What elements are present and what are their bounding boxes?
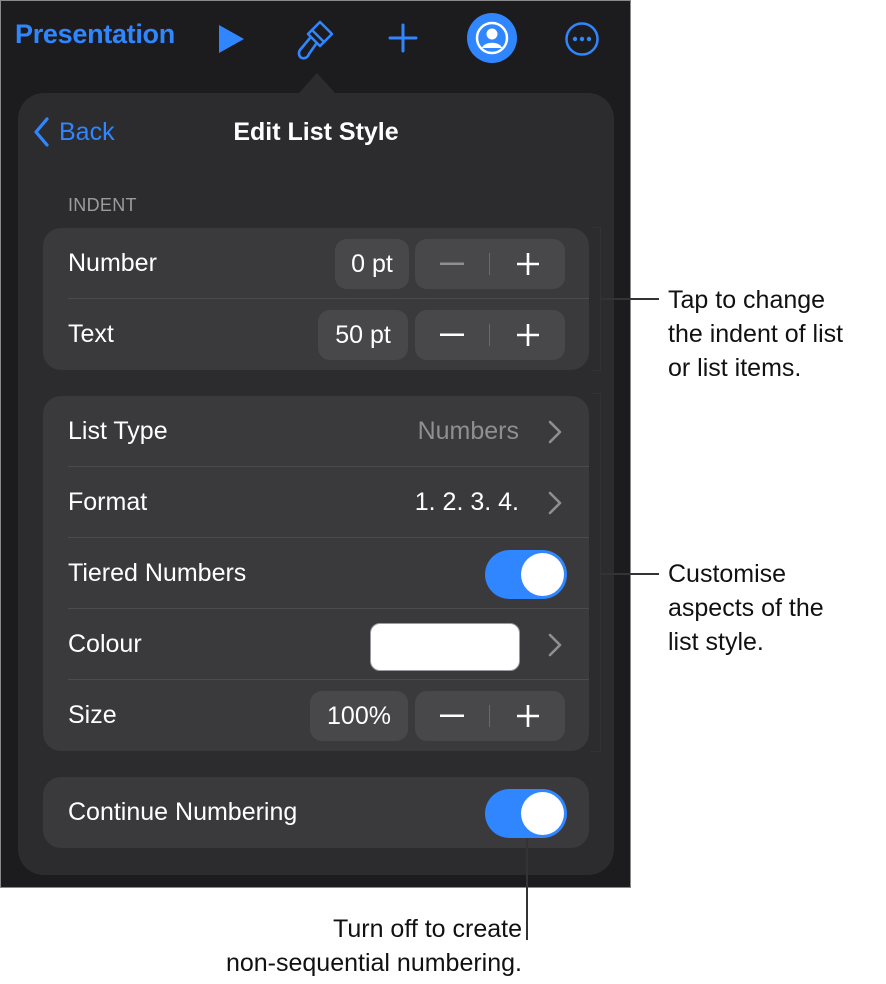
- tiered-numbers-label: Tiered Numbers: [68, 559, 247, 587]
- size-stepper: [415, 691, 565, 741]
- collaborate-icon[interactable]: [466, 12, 518, 64]
- plus-icon: [517, 253, 539, 275]
- continue-numbering-group: Continue Numbering: [43, 777, 589, 848]
- number-indent-decrease-button[interactable]: [415, 239, 489, 289]
- size-row: Size 100%: [43, 680, 589, 751]
- list-type-label: List Type: [68, 417, 168, 445]
- number-indent-increase-button[interactable]: [491, 239, 565, 289]
- callout-line: or list items.: [668, 354, 802, 382]
- indent-leader-line: [601, 298, 659, 300]
- number-indent-row: Number 0 pt: [43, 228, 589, 299]
- size-label: Size: [68, 701, 117, 729]
- tiered-numbers-toggle[interactable]: [485, 550, 567, 599]
- plus-icon: [517, 705, 539, 727]
- text-indent-increase-button[interactable]: [491, 310, 565, 360]
- list-settings-group: List Type Numbers Format 1. 2. 3. 4. Tie…: [43, 396, 589, 751]
- ipad-screen: Presentation Back Edit List Style INDENT: [0, 0, 631, 888]
- callout-line: Turn off to create: [333, 915, 522, 943]
- text-indent-label: Text: [68, 320, 114, 348]
- format-label: Format: [68, 488, 148, 516]
- tiered-numbers-row: Tiered Numbers: [43, 538, 589, 609]
- number-indent-label: Number: [68, 249, 157, 277]
- indent-section-label: INDENT: [68, 195, 137, 215]
- minus-icon: [440, 714, 464, 717]
- minus-icon: [440, 333, 464, 336]
- toggle-knob: [521, 553, 564, 596]
- number-indent-value[interactable]: 0 pt: [335, 239, 409, 289]
- format-row[interactable]: Format 1. 2. 3. 4.: [43, 467, 589, 538]
- continue-numbering-row: Continue Numbering: [43, 777, 589, 848]
- callout-line: non-sequential numbering.: [225, 949, 522, 977]
- format-value: 1. 2. 3. 4.: [414, 488, 519, 516]
- colour-swatch[interactable]: [370, 623, 520, 671]
- size-increase-button[interactable]: [491, 691, 565, 741]
- continue-leader-line: [526, 838, 528, 940]
- list-type-value: Numbers: [417, 417, 519, 445]
- minus-icon: [440, 262, 464, 265]
- customise-bracket: [591, 393, 601, 752]
- callout-line: Tap to change: [668, 286, 826, 314]
- chevron-right-icon: [548, 420, 562, 444]
- popover-title: Edit List Style: [233, 118, 399, 146]
- number-indent-stepper: [415, 239, 565, 289]
- continue-numbering-label: Continue Numbering: [68, 798, 298, 826]
- continue-numbering-toggle[interactable]: [485, 789, 567, 838]
- size-value[interactable]: 100%: [310, 691, 408, 741]
- text-indent-decrease-button[interactable]: [415, 310, 489, 360]
- size-decrease-button[interactable]: [415, 691, 489, 741]
- paintbrush-icon[interactable]: [294, 18, 336, 62]
- plus-icon: [517, 324, 539, 346]
- continue-callout: Turn off to create non-sequential number…: [160, 912, 522, 980]
- callout-line: Customise: [668, 560, 787, 588]
- callout-line: the indent of list: [668, 320, 844, 348]
- chevron-right-icon: [548, 633, 562, 657]
- document-title[interactable]: Presentation: [15, 19, 175, 50]
- popover-caret: [299, 73, 335, 93]
- chevron-right-icon: [548, 491, 562, 515]
- indent-callout: Tap to change the indent of list or list…: [668, 283, 843, 385]
- colour-row[interactable]: Colour: [43, 609, 589, 680]
- customise-callout: Customise aspects of the list style.: [668, 557, 824, 659]
- colour-label: Colour: [68, 630, 142, 658]
- callout-line: list style.: [668, 628, 764, 656]
- toggle-knob: [521, 792, 564, 835]
- text-indent-row: Text 50 pt: [43, 299, 589, 370]
- indent-group: Number 0 pt Text 50 pt: [43, 228, 589, 370]
- text-indent-stepper: [415, 310, 565, 360]
- more-icon[interactable]: [564, 21, 600, 57]
- indent-bracket: [591, 227, 601, 371]
- text-indent-value[interactable]: 50 pt: [318, 310, 408, 360]
- customise-leader-line: [601, 573, 659, 575]
- stepper-separator: [489, 253, 490, 275]
- stepper-separator: [489, 324, 490, 346]
- plus-icon[interactable]: [387, 22, 419, 54]
- play-icon[interactable]: [216, 23, 246, 55]
- callout-line: aspects of the: [668, 594, 824, 622]
- stepper-separator: [489, 705, 490, 727]
- list-type-row[interactable]: List Type Numbers: [43, 396, 589, 467]
